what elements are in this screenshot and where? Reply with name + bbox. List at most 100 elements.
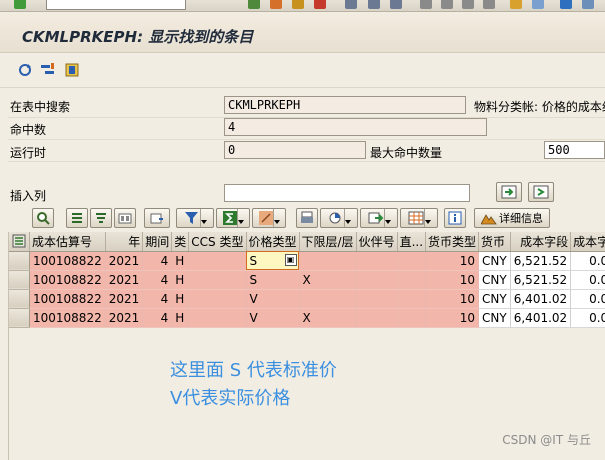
column-header[interactable]: 价格类型: [246, 232, 300, 252]
last-page-icon[interactable]: [483, 0, 495, 9]
cell-cost-estimate: 100108822: [29, 289, 106, 309]
total-button[interactable]: [216, 208, 250, 228]
next-page-icon[interactable]: [462, 0, 474, 9]
column-header[interactable]: 期间: [142, 232, 173, 252]
find-icon: [118, 213, 132, 224]
prev-page-icon[interactable]: [441, 0, 453, 9]
cell-currency: CNY: [478, 270, 511, 290]
page-title: CKMLPRKEPH: 显示找到的条目: [22, 28, 254, 46]
refresh-icon[interactable]: [16, 61, 34, 79]
filter-dropdown-icon[interactable]: [199, 209, 207, 227]
cell-price-type[interactable]: S ▣: [246, 251, 300, 271]
settings-icon[interactable]: [63, 61, 81, 79]
mountain-icon: [481, 214, 497, 225]
row-selector[interactable]: [9, 270, 30, 290]
select-all-cell[interactable]: [9, 232, 30, 252]
layout-icon[interactable]: [582, 0, 594, 9]
cell-cost-field: 6,521.52: [510, 251, 572, 271]
sort-descending-button[interactable]: [90, 208, 112, 228]
cell-cost-field: 6,401.02: [510, 308, 572, 328]
cell-cost-estimate: 100108822: [29, 270, 106, 290]
layout-button[interactable]: [400, 208, 438, 228]
cell-lower-level: [299, 251, 357, 271]
cell-cost-estimate: 100108822: [29, 251, 106, 271]
find-next-button[interactable]: [144, 208, 170, 228]
help-icon[interactable]: [560, 0, 572, 9]
new-session-icon[interactable]: [510, 0, 522, 9]
info-button[interactable]: [444, 208, 466, 228]
row-selector[interactable]: [9, 308, 30, 328]
save-icon[interactable]: [248, 0, 260, 9]
cell-period: 4: [142, 270, 173, 290]
cell-currency-type: 10: [425, 308, 480, 328]
find-next-icon: [150, 213, 163, 224]
export-dropdown-icon[interactable]: [383, 209, 391, 227]
cell-partner: [356, 289, 398, 309]
insert-column-right-button[interactable]: [528, 182, 554, 202]
shortcut-icon[interactable]: [532, 0, 544, 9]
cell-partner: [356, 308, 398, 328]
max-hits-label: 最大命中数量: [370, 146, 443, 160]
sort-ascending-button[interactable]: [66, 208, 88, 228]
row-selector[interactable]: [9, 289, 30, 309]
total-dropdown-icon[interactable]: [236, 209, 244, 227]
select-all-icon: [12, 234, 26, 248]
sort-asc-icon: [72, 213, 82, 223]
layout-dropdown-icon[interactable]: [423, 209, 431, 227]
cell-partner: [356, 251, 398, 271]
cell-ccs-type: [188, 251, 247, 271]
insert-left-icon: [501, 185, 517, 199]
first-page-icon[interactable]: [420, 0, 432, 9]
column-header[interactable]: 年: [105, 232, 144, 252]
results-table: 成本估算号 年 期间 类 CCS 类型 价格类型 下限层/层 伙伴号 直... …: [9, 232, 605, 328]
cell-year: 2021: [105, 270, 144, 290]
hits-label: 命中数: [10, 123, 47, 137]
column-header[interactable]: 伙伴号: [356, 232, 398, 252]
column-header[interactable]: 货币: [478, 232, 511, 252]
column-header[interactable]: 下限层/层: [299, 232, 357, 252]
search-in-table-field: CKMLPRKEPH: [224, 96, 466, 114]
insert-column-input[interactable]: [224, 184, 470, 202]
find-next-icon[interactable]: [390, 0, 402, 9]
column-header[interactable]: 成本字: [570, 232, 605, 252]
cell-cost-field-2: 0.0: [570, 289, 605, 309]
views-button[interactable]: [320, 208, 358, 228]
details-button[interactable]: 详细信息: [474, 208, 550, 228]
filter-button[interactable]: [176, 208, 214, 228]
export-icon: [368, 212, 383, 224]
value-help-icon[interactable]: ▣: [284, 253, 297, 266]
magnifier-icon: [37, 212, 50, 225]
export-button[interactable]: [360, 208, 398, 228]
command-field[interactable]: [46, 0, 186, 10]
column-header[interactable]: 类: [171, 232, 190, 252]
column-header[interactable]: 直...: [397, 232, 427, 252]
row-selector[interactable]: [9, 251, 30, 271]
cell-direct: [397, 270, 427, 290]
subtotal-icon: [258, 211, 273, 225]
column-header[interactable]: CCS 类型: [188, 232, 247, 252]
column-header[interactable]: 成本估算号: [29, 232, 106, 252]
max-hits-input[interactable]: 500: [544, 141, 605, 159]
cancel-icon[interactable]: [314, 0, 326, 9]
cell-currency: CNY: [478, 251, 511, 271]
print-preview-button[interactable]: [296, 208, 318, 228]
column-header[interactable]: 成本字段: [510, 232, 572, 252]
column-header[interactable]: 货币类型: [425, 232, 480, 252]
header-row: 成本估算号 年 期间 类 CCS 类型 价格类型 下限层/层 伙伴号 直... …: [9, 232, 605, 252]
insert-column-button[interactable]: [496, 182, 522, 202]
exit-icon[interactable]: [292, 0, 304, 9]
selection-options-icon[interactable]: [39, 61, 57, 79]
views-dropdown-icon[interactable]: [343, 209, 351, 227]
subtotal-dropdown-icon[interactable]: [272, 209, 280, 227]
cell-currency-type: 10: [425, 251, 480, 271]
subtotal-button[interactable]: [252, 208, 286, 228]
find-icon[interactable]: [368, 0, 380, 9]
details-button-label: 详细信息: [499, 212, 543, 225]
find-button[interactable]: [114, 208, 136, 228]
back-icon[interactable]: [270, 0, 282, 9]
cell-year: 2021: [105, 289, 144, 309]
details-view-button[interactable]: [32, 208, 54, 228]
print-icon[interactable]: [345, 0, 357, 9]
enter-icon[interactable]: [14, 0, 26, 9]
results-grid: 成本估算号 年 期间 类 CCS 类型 价格类型 下限层/层 伙伴号 直... …: [8, 232, 605, 460]
